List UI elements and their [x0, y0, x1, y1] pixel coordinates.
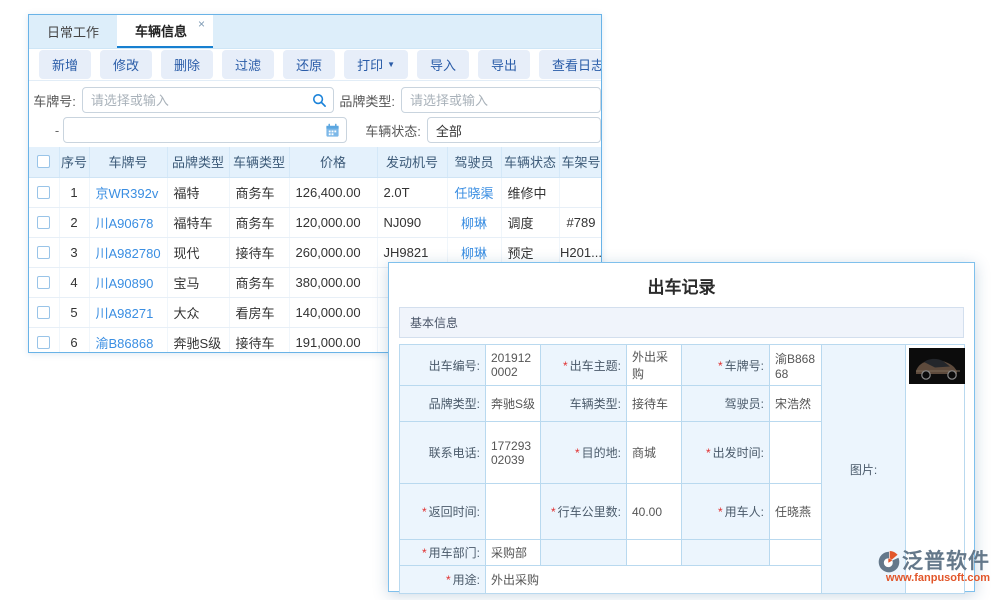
- export-button[interactable]: 导出: [478, 50, 530, 79]
- edit-button[interactable]: 修改: [100, 50, 152, 79]
- plate-filter-input[interactable]: [82, 87, 334, 113]
- filter-button[interactable]: 过滤: [222, 50, 274, 79]
- tab-daily-work[interactable]: 日常工作: [29, 15, 117, 48]
- field-label-mileage: *行车公里数:: [541, 484, 627, 540]
- close-icon[interactable]: ×: [198, 18, 205, 30]
- field-label-phone: 联系电话:: [400, 422, 486, 484]
- print-button[interactable]: 打印 ▼: [344, 50, 408, 79]
- col-plate: 车牌号: [89, 147, 167, 177]
- field-value-phone[interactable]: 17729302039: [486, 422, 541, 484]
- fanpu-url-text: www.fanpusoft.com: [862, 573, 990, 585]
- row-checkbox[interactable]: [37, 336, 50, 349]
- view-log-button[interactable]: 查看日志: [539, 50, 602, 79]
- field-label-plate: *车牌号:: [682, 345, 770, 386]
- fanpu-watermark: 泛普软件 www.fanpusoft.com: [862, 551, 990, 585]
- reset-button[interactable]: 还原: [283, 50, 335, 79]
- status-filter-select[interactable]: 全部: [427, 117, 601, 143]
- col-status: 车辆状态: [501, 147, 559, 177]
- driver-link[interactable]: 任晓渠: [447, 177, 501, 207]
- plate-link[interactable]: 渝B86868: [89, 327, 167, 353]
- row-checkbox[interactable]: [37, 276, 50, 289]
- field-label-vtype: 车辆类型:: [541, 386, 627, 422]
- plate-link[interactable]: 川A90678: [89, 207, 167, 237]
- delete-button[interactable]: 删除: [161, 50, 213, 79]
- fanpu-brand-text: 泛普软件: [902, 551, 990, 573]
- col-price: 价格: [289, 147, 377, 177]
- field-value-vtype[interactable]: 接待车: [627, 386, 682, 422]
- dispatch-record-dialog: 出车记录 基本信息 出车编号: 2019120002 *出车主题: 外出采购 *…: [388, 262, 975, 592]
- screen: 日常工作 车辆信息 × 新增 修改 删除 过滤 还原 打印 ▼ 导入 导出 查看…: [0, 0, 1000, 600]
- field-value-mileage[interactable]: 40.00: [627, 484, 682, 540]
- row-checkbox[interactable]: [37, 246, 50, 259]
- search-icon[interactable]: [312, 93, 327, 108]
- field-label-purpose: *用途:: [400, 566, 486, 594]
- field-value-driver[interactable]: 宋浩然: [770, 386, 822, 422]
- plate-filter-label: 车牌号:: [29, 91, 76, 110]
- field-label-return-time: *返回时间:: [400, 484, 486, 540]
- field-value-depart-time[interactable]: [770, 422, 822, 484]
- row-checkbox[interactable]: [37, 306, 50, 319]
- brand-filter-label: 品牌类型:: [334, 91, 395, 110]
- brand-filter-input[interactable]: [401, 87, 601, 113]
- dialog-title: 出车记录: [389, 263, 974, 307]
- table-header-row: 序号 车牌号 品牌类型 车辆类型 价格 发动机号 驾驶员 车辆状态 车架号: [29, 147, 602, 177]
- field-label-driver: 驾驶员:: [682, 386, 770, 422]
- field-label-depart-time: *出发时间:: [682, 422, 770, 484]
- driver-link[interactable]: 柳琳: [447, 207, 501, 237]
- print-button-label: 打印: [357, 55, 383, 74]
- field-value-user[interactable]: 任晓燕: [770, 484, 822, 540]
- date-range-separator: -: [51, 123, 63, 138]
- plate-link[interactable]: 京WR392v: [89, 177, 167, 207]
- col-type: 车辆类型: [229, 147, 289, 177]
- table-row: 1 京WR392v 福特 商务车 126,400.00 2.0T 任晓渠 维修中: [29, 177, 602, 207]
- col-num: 序号: [59, 147, 89, 177]
- field-value-return-time[interactable]: [486, 484, 541, 540]
- toolbar: 新增 修改 删除 过滤 还原 打印 ▼ 导入 导出 查看日志: [29, 49, 601, 81]
- tab-vehicle-info[interactable]: 车辆信息 ×: [117, 15, 213, 48]
- calendar-icon[interactable]: [325, 123, 340, 138]
- field-label-dispatch-no: 出车编号:: [400, 345, 486, 386]
- col-engine: 发动机号: [377, 147, 447, 177]
- field-value-subject[interactable]: 外出采购: [627, 345, 682, 386]
- field-value-destination[interactable]: 商城: [627, 422, 682, 484]
- field-label-subject: *出车主题:: [541, 345, 627, 386]
- plate-link[interactable]: 川A90890: [89, 267, 167, 297]
- plate-link[interactable]: 川A98271: [89, 297, 167, 327]
- select-all-checkbox[interactable]: [37, 155, 50, 168]
- row-checkbox[interactable]: [37, 186, 50, 199]
- tab-vehicle-info-label: 车辆信息: [135, 21, 187, 40]
- col-vin: 车架号: [559, 147, 602, 177]
- filter-area: 车牌号: 品牌类型: -: [29, 81, 601, 147]
- import-button[interactable]: 导入: [417, 50, 469, 79]
- table-row: 2 川A90678 福特车 商务车 120,000.00 NJ090 柳琳 调度…: [29, 207, 602, 237]
- field-label-brand: 品牌类型:: [400, 386, 486, 422]
- col-driver: 驾驶员: [447, 147, 501, 177]
- field-value-purpose[interactable]: 外出采购: [486, 566, 822, 594]
- add-button[interactable]: 新增: [39, 50, 91, 79]
- field-label-destination: *目的地:: [541, 422, 627, 484]
- fanpu-logo-icon: [878, 551, 900, 573]
- chevron-down-icon: ▼: [387, 60, 395, 69]
- field-label-department: *用车部门:: [400, 540, 486, 566]
- status-filter-label: 车辆状态:: [347, 121, 421, 140]
- plate-link[interactable]: 川A982780: [89, 237, 167, 267]
- date-filter-input[interactable]: [63, 117, 347, 143]
- section-basic-info: 基本信息: [399, 307, 964, 338]
- field-value-dispatch-no[interactable]: 2019120002: [486, 345, 541, 386]
- field-value-brand[interactable]: 奔驰S级: [486, 386, 541, 422]
- field-value-department[interactable]: 采购部: [486, 540, 541, 566]
- row-checkbox[interactable]: [37, 216, 50, 229]
- field-label-user: *用车人:: [682, 484, 770, 540]
- col-brand: 品牌类型: [167, 147, 229, 177]
- tab-bar: 日常工作 车辆信息 ×: [29, 15, 601, 49]
- vehicle-photo[interactable]: [909, 348, 965, 384]
- field-value-plate[interactable]: 渝B86868: [770, 345, 822, 386]
